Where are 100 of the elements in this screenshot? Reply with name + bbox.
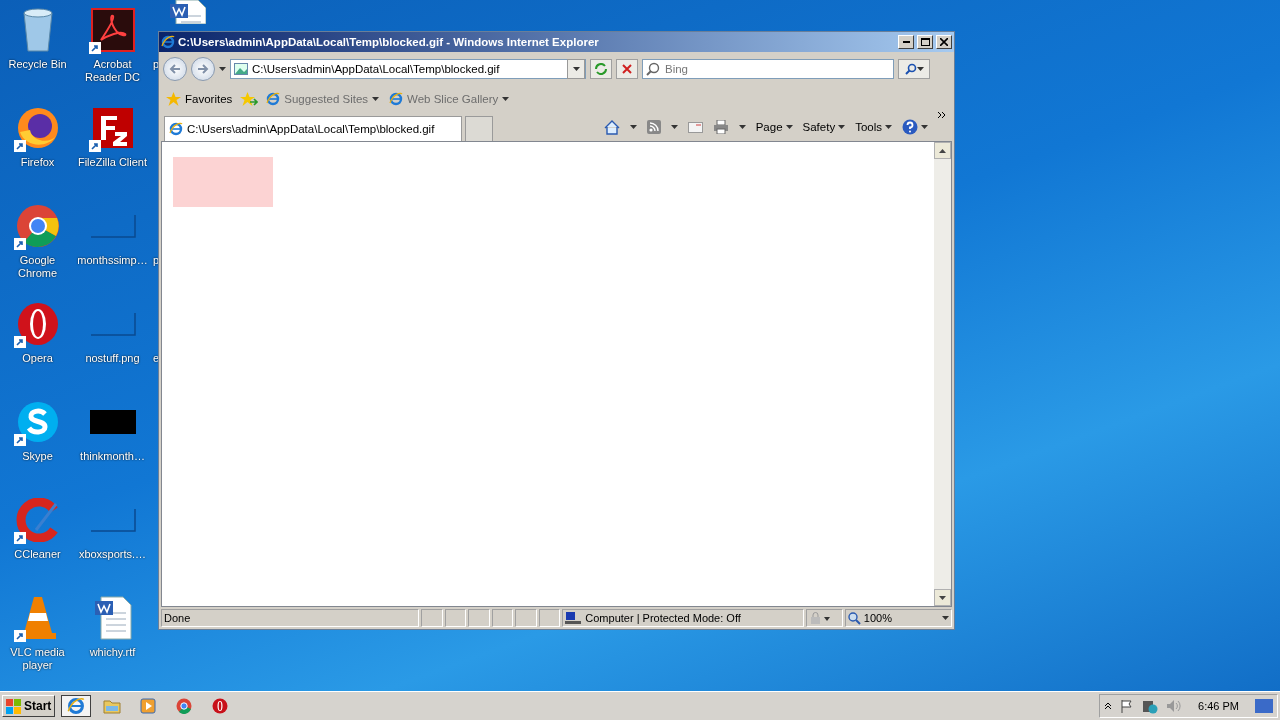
lock-icon[interactable] <box>808 612 831 624</box>
clock[interactable]: 6:46 PM <box>1190 700 1247 712</box>
desktop-icon-label[interactable]: Skype <box>1 450 74 463</box>
desktop-icon-label[interactable]: monthssimp… <box>76 254 149 267</box>
desktop-icon-label[interactable]: FileZilla Client <box>76 156 149 169</box>
caret-icon <box>921 125 928 129</box>
scrollbar[interactable] <box>934 142 951 606</box>
status-pane <box>444 609 467 627</box>
empty-thumbnail-icon <box>89 508 136 532</box>
back-button[interactable] <box>163 57 187 81</box>
desktop-icon-label[interactable]: VLC media player <box>1 646 74 672</box>
image-file-icon <box>234 63 248 75</box>
refresh-button[interactable] <box>590 59 612 79</box>
image-thumbnail-icon <box>89 410 136 434</box>
dropdown-button[interactable] <box>567 59 585 79</box>
caret-icon <box>916 67 924 71</box>
favorites-button[interactable]: Favorites <box>164 92 235 106</box>
ie-icon <box>389 92 404 106</box>
search-button[interactable] <box>898 59 930 79</box>
refresh-icon <box>594 63 608 75</box>
skype-icon <box>15 400 60 444</box>
desktop-icon-label[interactable]: e <box>153 352 160 365</box>
status-pane <box>491 609 514 627</box>
desktop-icon-label[interactable]: thinkmonth… <box>76 450 149 463</box>
desktop-icon-label[interactable]: Recycle Bin <box>1 58 74 71</box>
ie-icon <box>161 35 175 49</box>
command-menu[interactable]: Safety <box>802 121 846 133</box>
printer-icon[interactable] <box>712 120 729 134</box>
star-icon <box>166 92 181 106</box>
chevron-icon[interactable] <box>938 111 946 119</box>
search-icon <box>646 62 660 76</box>
desktop-icon-label[interactable]: p <box>153 254 160 267</box>
caret-icon <box>372 97 380 101</box>
empty-thumbnail-icon <box>89 312 136 336</box>
desktop-icon-label[interactable]: Acrobat Reader DC <box>76 58 149 84</box>
filezilla-icon <box>90 106 135 150</box>
ie-icon <box>169 122 183 136</box>
browser-tab[interactable]: C:\Users\admin\AppData\Local\Temp\blocked.gif <box>164 116 462 141</box>
caret-icon <box>219 67 226 71</box>
desktop-icon-label[interactable]: whichy.rtf <box>76 646 149 659</box>
help-icon <box>902 119 918 135</box>
caret-icon <box>670 125 678 129</box>
forward-button[interactable] <box>191 57 215 81</box>
start-button[interactable]: Start <box>2 695 56 717</box>
command-menu[interactable]: Tools <box>855 121 892 133</box>
security-zone: Computer | Protected Mode: Off <box>585 612 741 624</box>
scroll-down-button[interactable] <box>934 589 951 606</box>
status-pane <box>468 609 490 627</box>
status-pane <box>515 609 537 627</box>
caret-icon <box>942 616 949 620</box>
flag-icon[interactable] <box>1120 699 1135 713</box>
maximize-icon <box>920 38 930 46</box>
desktop-icon-label[interactable]: nostuff.png <box>76 352 149 365</box>
address-field[interactable]: C:\Users\admin\AppData\Local\Temp\blocked.gif <box>230 59 586 79</box>
window-title: C:\Users\admin\AppData\Local\Temp\blocked.gif - Windows Internet Explorer <box>178 36 600 48</box>
command-menu[interactable]: Page <box>755 121 793 133</box>
chrome-icon <box>176 698 193 714</box>
computer-icon <box>565 611 582 625</box>
status-text: Done <box>164 612 191 624</box>
taskbar-app-button[interactable] <box>61 695 92 717</box>
folder-icon <box>103 698 122 714</box>
chevron-up-icon[interactable] <box>1104 702 1113 710</box>
add-favorite-icon[interactable] <box>240 91 259 107</box>
favorites-link[interactable]: Web Slice Gallery <box>387 92 512 106</box>
empty-thumbnail-icon <box>89 214 136 238</box>
search-icon <box>904 63 917 75</box>
down-arrow-icon <box>939 595 946 600</box>
desktop-icon-label[interactable]: xboxsports.… <box>76 548 149 561</box>
network-icon[interactable] <box>1142 698 1159 714</box>
pdf-reader-icon <box>90 8 135 52</box>
maximize-button[interactable] <box>917 35 933 49</box>
stop-button[interactable] <box>616 59 638 79</box>
caret-icon <box>738 125 746 129</box>
desktop-icon-label[interactable]: CCleaner <box>1 548 74 561</box>
status-pane <box>420 609 443 627</box>
desktop-icon-label[interactable]: Google Chrome <box>1 254 74 280</box>
windows-logo-icon <box>6 698 22 714</box>
zoom-button[interactable]: 100% <box>844 609 952 627</box>
up-arrow-icon <box>939 148 946 153</box>
caret-icon <box>572 67 580 71</box>
scroll-up-button[interactable] <box>934 142 951 159</box>
desktop-icon-label[interactable]: Firefox <box>1 156 74 169</box>
feed-icon[interactable] <box>646 120 661 134</box>
home-icon[interactable] <box>603 119 620 135</box>
stop-icon <box>622 64 632 74</box>
caret-icon <box>838 125 846 129</box>
desktop-icon-label[interactable]: p <box>153 58 160 71</box>
firefox-icon <box>15 106 60 150</box>
minimize-button[interactable] <box>898 35 914 49</box>
help-button[interactable] <box>902 119 928 135</box>
caret-icon <box>785 125 793 129</box>
favorites-link[interactable]: Suggested Sites <box>264 92 382 106</box>
play-icon <box>140 698 157 714</box>
close-button[interactable] <box>936 35 952 49</box>
desktop-icon-label[interactable]: Opera <box>1 352 74 365</box>
search-field[interactable]: Bing <box>642 59 894 79</box>
ccleaner-icon <box>15 498 60 542</box>
zoom-level: 100% <box>863 612 893 624</box>
caret-icon <box>629 125 637 129</box>
mail-icon[interactable] <box>687 121 703 133</box>
